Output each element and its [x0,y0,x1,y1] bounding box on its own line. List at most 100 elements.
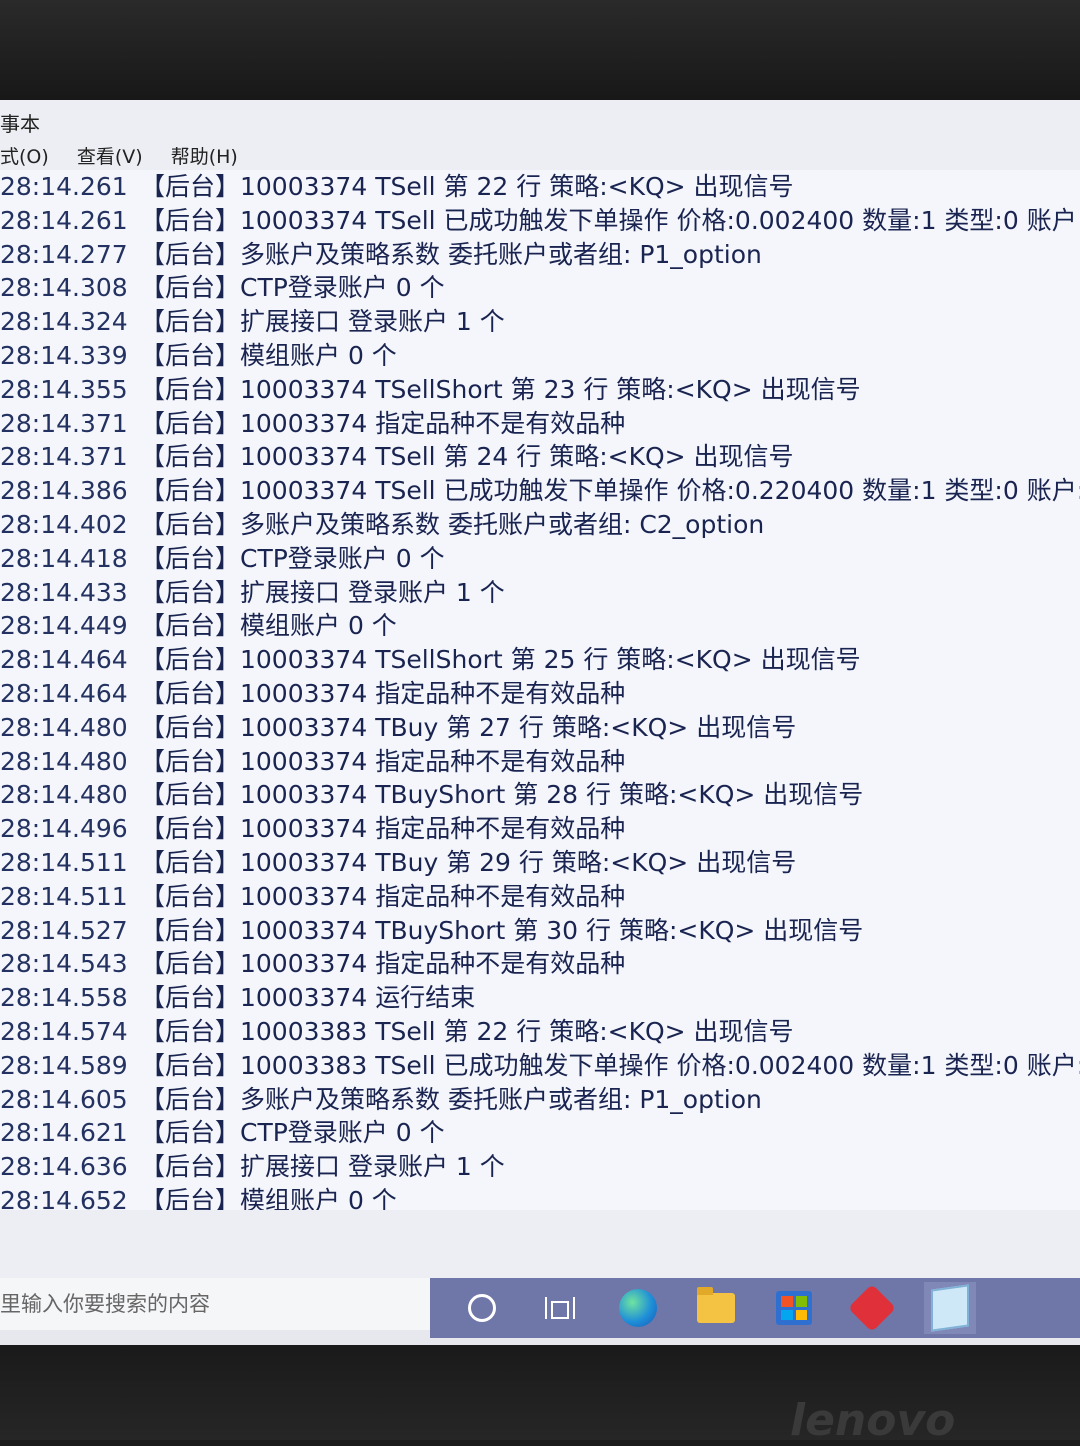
log-line: 28:14.543 【后台】10003374 指定品种不是有效品种 [0,947,1080,981]
log-message: 【后台】多账户及策略系数 委托账户或者组: P1_option [140,1084,762,1114]
log-line: 28:14.652 【后台】模组账户 0 个 [0,1184,1080,1210]
log-timestamp: 28:14.277 [0,239,128,269]
notepad-icon[interactable] [924,1282,976,1334]
menu-view[interactable]: 查看(V) [77,142,143,172]
log-line: 28:14.480 【后台】10003374 指定品种不是有效品种 [0,745,1080,779]
log-timestamp: 28:14.402 [0,509,128,539]
log-message: 【后台】10003374 TBuy 第 27 行 策略:<KQ> 出现信号 [140,712,797,742]
log-line: 28:14.402 【后台】多账户及策略系数 委托账户或者组: C2_option [0,508,1080,542]
taskbar-search-input[interactable]: 里输入你要搜索的内容 [0,1278,430,1330]
log-message: 【后台】10003374 TSell 已成功触发下单操作 价格:0.220400… [140,476,1080,506]
menu-bar: 式(O) 查看(V) 帮助(H) [0,142,1080,172]
log-timestamp: 28:14.418 [0,543,128,573]
log-message: 【后台】扩展接口 登录账户 1 个 [140,1152,505,1182]
log-message: 【后台】10003374 指定品种不是有效品种 [140,814,626,844]
log-timestamp: 28:14.636 [0,1152,128,1182]
log-line: 28:14.371 【后台】10003374 TSell 第 24 行 策略:<K… [0,440,1080,474]
log-timestamp: 28:14.480 [0,746,128,776]
log-timestamp: 28:14.652 [0,1185,128,1210]
log-timestamp: 28:14.324 [0,307,128,337]
log-message: 【后台】10003374 TSell 第 24 行 策略:<KQ> 出现信号 [140,442,794,472]
log-timestamp: 28:14.355 [0,374,128,404]
log-message: 【后台】10003374 TBuyShort 第 28 行 策略:<KQ> 出现… [140,780,864,810]
screen: 事本 式(O) 查看(V) 帮助(H) 28:14.261 【后台】1000337… [0,100,1080,1345]
log-line: 28:14.496 【后台】10003374 指定品种不是有效品种 [0,812,1080,846]
log-line: 28:14.308 【后台】CTP登录账户 0 个 [0,271,1080,305]
log-line: 28:14.449 【后台】模组账户 0 个 [0,609,1080,643]
log-message: 【后台】扩展接口 登录账户 1 个 [140,577,505,607]
log-message: 【后台】模组账户 0 个 [140,340,397,370]
log-timestamp: 28:14.386 [0,476,128,506]
store-icon[interactable] [768,1282,820,1334]
log-timestamp: 28:14.371 [0,408,128,438]
log-line: 28:14.324 【后台】扩展接口 登录账户 1 个 [0,305,1080,339]
log-message: 【后台】多账户及策略系数 委托账户或者组: P1_option [140,239,762,269]
log-line: 28:14.605 【后台】多账户及策略系数 委托账户或者组: P1_option [0,1083,1080,1117]
log-timestamp: 28:14.621 [0,1118,128,1148]
log-timestamp: 28:14.480 [0,780,128,810]
log-message: 【后台】10003374 TSell 已成功触发下单操作 价格:0.002400… [140,205,1077,235]
log-message: 【后台】扩展接口 登录账户 1 个 [140,307,505,337]
taskbar: 里输入你要搜索的内容 [0,1278,1080,1345]
edge-icon[interactable] [612,1282,664,1334]
log-timestamp: 28:14.605 [0,1084,128,1114]
log-line: 28:14.511 【后台】10003374 TBuy 第 29 行 策略:<KQ… [0,846,1080,880]
file-explorer-icon[interactable] [690,1282,742,1334]
log-timestamp: 28:14.480 [0,712,128,742]
log-message: 【后台】10003374 指定品种不是有效品种 [140,408,626,438]
log-line: 28:14.589 【后台】10003383 TSell 已成功触发下单操作 价格… [0,1049,1080,1083]
monitor-bezel-top [0,0,1080,110]
log-timestamp: 28:14.511 [0,881,128,911]
log-message: 【后台】CTP登录账户 0 个 [140,1118,445,1148]
log-message: 【后台】10003374 运行结束 [140,983,476,1013]
log-message: 【后台】10003374 指定品种不是有效品种 [140,881,626,911]
brand-logo: lenovo [790,1395,956,1446]
log-timestamp: 28:14.574 [0,1016,128,1046]
log-timestamp: 28:14.433 [0,577,128,607]
menu-format[interactable]: 式(O) [0,142,49,172]
log-line: 28:14.371 【后台】10003374 指定品种不是有效品种 [0,407,1080,441]
log-line: 28:14.339 【后台】模组账户 0 个 [0,339,1080,373]
log-line: 28:14.261 【后台】10003374 TSell 第 22 行 策略:<K… [0,170,1080,204]
log-message: 【后台】10003374 指定品种不是有效品种 [140,746,626,776]
log-message: 【后台】模组账户 0 个 [140,1185,397,1210]
menu-help[interactable]: 帮助(H) [171,142,238,172]
log-message: 【后台】10003374 TBuy 第 29 行 策略:<KQ> 出现信号 [140,847,797,877]
log-line: 28:14.480 【后台】10003374 TBuy 第 27 行 策略:<KQ… [0,711,1080,745]
log-message: 【后台】CTP登录账户 0 个 [140,543,445,573]
log-message: 【后台】多账户及策略系数 委托账户或者组: C2_option [140,509,765,539]
log-line: 28:14.621 【后台】CTP登录账户 0 个 [0,1116,1080,1150]
log-line: 28:14.511 【后台】10003374 指定品种不是有效品种 [0,880,1080,914]
log-line: 28:14.636 【后台】扩展接口 登录账户 1 个 [0,1150,1080,1184]
log-timestamp: 28:14.261 [0,172,128,201]
log-line: 28:14.277 【后台】多账户及策略系数 委托账户或者组: P1_option [0,238,1080,272]
text-editor-area[interactable]: 28:14.261 【后台】10003374 TSell 第 22 行 策略:<K… [0,170,1080,1210]
log-timestamp: 28:14.543 [0,949,128,979]
log-line: 28:14.355 【后台】10003374 TSellShort 第 23 行 … [0,373,1080,407]
taskbar-app-tray [430,1278,1080,1338]
log-message: 【后台】10003374 指定品种不是有效品种 [140,678,626,708]
log-timestamp: 28:14.261 [0,205,128,235]
log-timestamp: 28:14.371 [0,442,128,472]
log-timestamp: 28:14.511 [0,847,128,877]
log-message: 【后台】10003374 TSellShort 第 23 行 策略:<KQ> 出… [140,374,861,404]
cortana-icon[interactable] [456,1282,508,1334]
log-line: 28:14.527 【后台】10003374 TBuyShort 第 30 行 策… [0,914,1080,948]
log-line: 28:14.574 【后台】10003383 TSell 第 22 行 策略:<K… [0,1015,1080,1049]
log-message: 【后台】CTP登录账户 0 个 [140,273,445,303]
window-title: 事本 [0,112,40,136]
log-line: 28:14.261 【后台】10003374 TSell 已成功触发下单操作 价格… [0,204,1080,238]
log-timestamp: 28:14.308 [0,273,128,303]
log-line: 28:14.480 【后台】10003374 TBuyShort 第 28 行 策… [0,778,1080,812]
log-timestamp: 28:14.589 [0,1050,128,1080]
log-timestamp: 28:14.464 [0,678,128,708]
log-line: 28:14.464 【后台】10003374 指定品种不是有效品种 [0,677,1080,711]
app-icon[interactable] [846,1282,898,1334]
log-timestamp: 28:14.496 [0,814,128,844]
log-timestamp: 28:14.339 [0,340,128,370]
log-message: 【后台】10003374 TSell 第 22 行 策略:<KQ> 出现信号 [140,172,794,201]
log-message: 【后台】10003374 TSellShort 第 25 行 策略:<KQ> 出… [140,645,861,675]
task-view-icon[interactable] [534,1282,586,1334]
log-timestamp: 28:14.527 [0,915,128,945]
log-line: 28:14.386 【后台】10003374 TSell 已成功触发下单操作 价格… [0,474,1080,508]
